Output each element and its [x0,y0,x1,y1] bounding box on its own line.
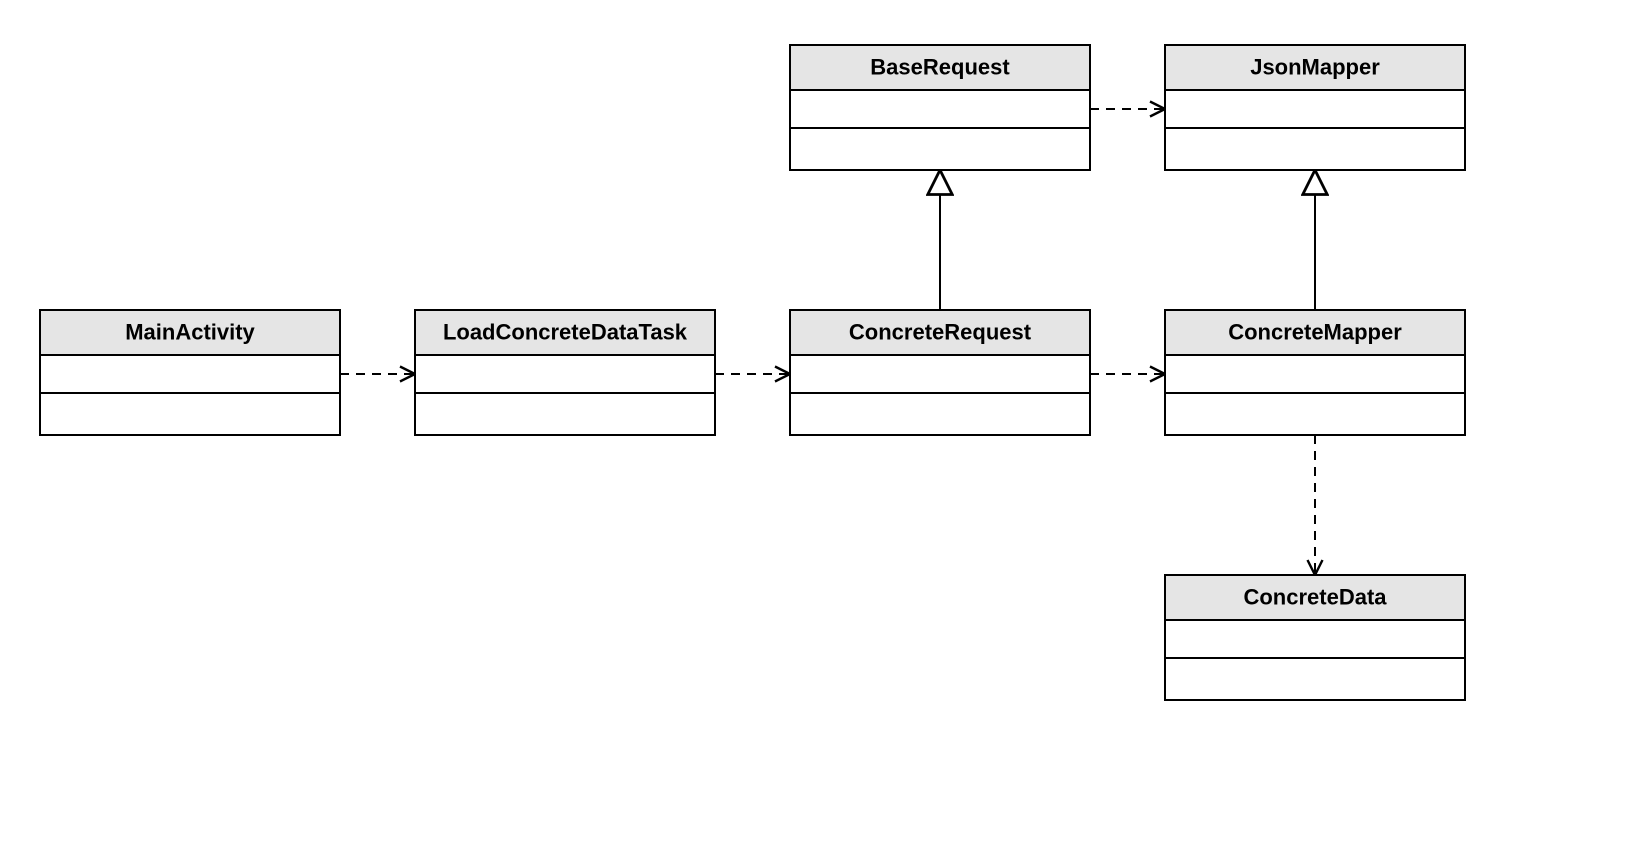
class-jsonMapper: JsonMapper [1165,45,1465,170]
class-title-concreteMapper: ConcreteMapper [1228,319,1402,344]
class-concreteData: ConcreteData [1165,575,1465,700]
class-baseRequest: BaseRequest [790,45,1090,170]
class-title-concreteData: ConcreteData [1243,584,1387,609]
class-concreteMapper: ConcreteMapper [1165,310,1465,435]
class-title-loadConcreteDataTask: LoadConcreteDataTask [443,319,688,344]
class-loadConcreteDataTask: LoadConcreteDataTask [415,310,715,435]
uml-class-diagram: MainActivity LoadConcreteDataTask Concrete… [0,0,1650,846]
class-title-jsonMapper: JsonMapper [1250,54,1380,79]
class-mainActivity: MainActivity [40,310,340,435]
class-title-baseRequest: BaseRequest [870,54,1010,79]
class-concreteRequest: ConcreteRequest [790,310,1090,435]
class-title-concreteRequest: ConcreteRequest [849,319,1032,344]
class-title-mainActivity: MainActivity [125,319,255,344]
